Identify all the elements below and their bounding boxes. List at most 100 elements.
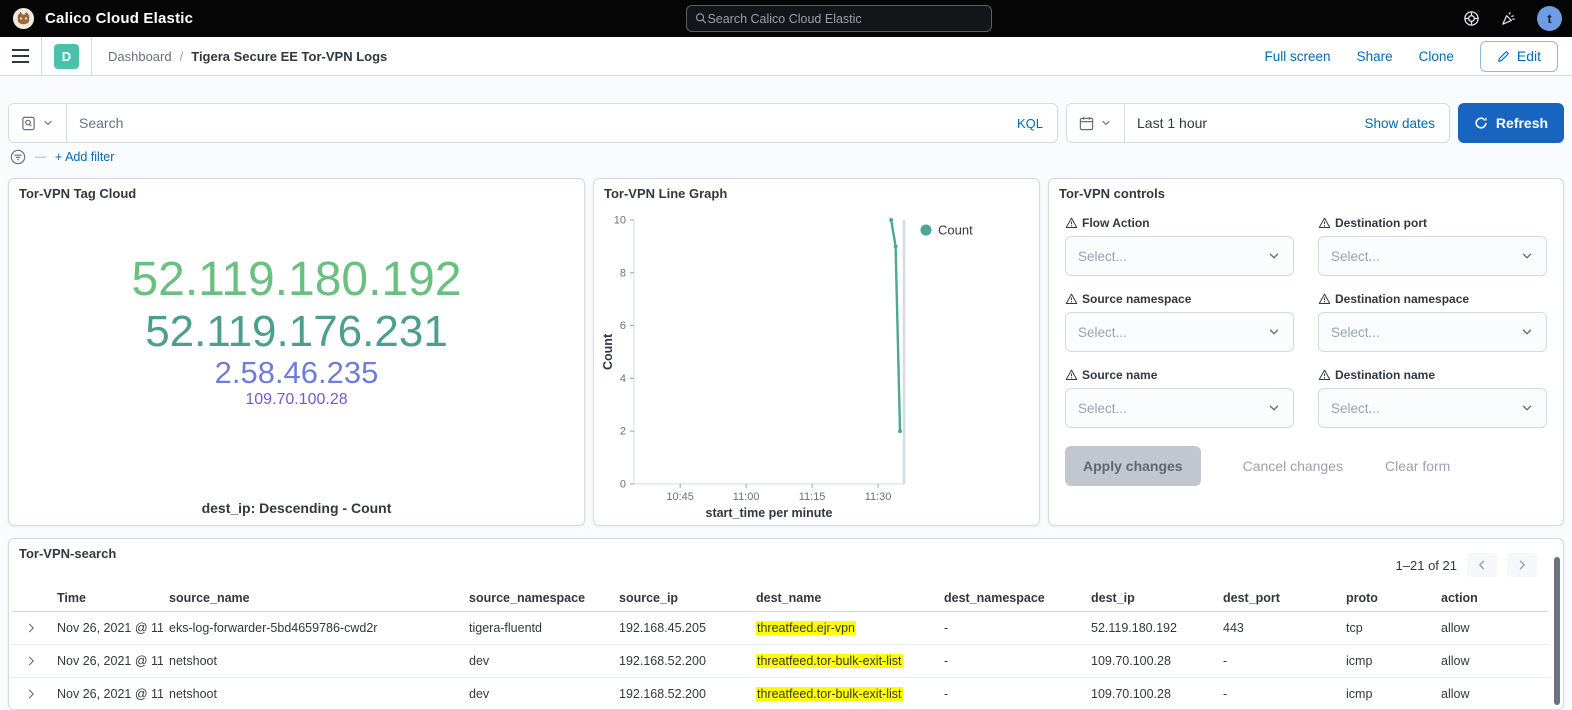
control-field: Source name Select... [1065, 368, 1294, 428]
dashboard-navbar: D Dashboard / Tigera Secure EE Tor-VPN L… [0, 37, 1572, 76]
tag-cloud-tag[interactable]: 2.58.46.235 [9, 356, 584, 391]
global-search[interactable] [686, 5, 992, 32]
column-header: proto [1340, 584, 1435, 612]
pencil-icon [1497, 50, 1510, 63]
table-cell: Nov 26, 2021 @ 11:34:54.000 [51, 678, 163, 710]
breadcrumb-dashboard[interactable]: Dashboard [108, 49, 172, 64]
table-cell: tcp [1340, 612, 1435, 645]
chevron-down-icon [42, 117, 54, 129]
table-cell: 52.119.180.192 [1085, 612, 1217, 645]
kql-button[interactable]: KQL [1003, 116, 1057, 131]
user-avatar[interactable]: t [1537, 6, 1562, 31]
legend-swatch [921, 225, 932, 236]
warning-icon [1318, 217, 1331, 229]
expand-row-button[interactable] [11, 645, 51, 678]
table-cell: - [1217, 645, 1340, 678]
table-cell: Nov 26, 2021 @ 11:35:04.000 [51, 612, 163, 645]
line-chart: 024681010:4511:0011:1511:30Countstart_ti… [602, 205, 1031, 521]
control-select[interactable]: Select... [1065, 236, 1294, 276]
apply-changes-button[interactable]: Apply changes [1065, 446, 1201, 486]
search-results-table: Timesource_namesource_namespacesource_ip… [11, 584, 1549, 710]
table-scrollbar[interactable] [1554, 557, 1560, 705]
highlighted-value: threatfeed.tor-bulk-exit-list [756, 654, 903, 668]
panel-tag-cloud: Tor-VPN Tag Cloud 52.119.180.19252.119.1… [8, 178, 585, 526]
filter-icon[interactable] [10, 149, 26, 165]
panel-title: Tor-VPN controls [1049, 179, 1563, 208]
svg-text:6: 6 [620, 320, 626, 332]
svg-text:11:30: 11:30 [865, 491, 892, 503]
refresh-button[interactable]: Refresh [1458, 103, 1564, 143]
table-cell: - [1217, 678, 1340, 710]
clear-form-button[interactable]: Clear form [1385, 458, 1450, 474]
svg-text:11:15: 11:15 [799, 491, 826, 503]
svg-text:11:00: 11:00 [733, 491, 760, 503]
share-button[interactable]: Share [1357, 49, 1393, 64]
tag-cloud-footer: dest_ip: Descending - Count [9, 500, 584, 516]
warning-icon [1065, 217, 1078, 229]
dashboard-badge[interactable]: D [54, 44, 79, 69]
search-input[interactable] [67, 115, 1003, 131]
control-select[interactable]: Select... [1318, 312, 1547, 352]
cancel-changes-button[interactable]: Cancel changes [1243, 458, 1343, 474]
panel-controls: Tor-VPN controls Flow ActionSelect... Des… [1048, 178, 1564, 526]
control-label: Destination name [1318, 368, 1547, 382]
help-button[interactable] [1463, 10, 1480, 27]
table-cell: dev [463, 645, 613, 678]
control-field: Flow ActionSelect... [1065, 216, 1294, 276]
line-chart-svg: 024681010:4511:0011:1511:30Countstart_ti… [602, 205, 1031, 521]
table-cell: 109.70.100.28 [1085, 645, 1217, 678]
legend-item-count[interactable]: Count [921, 223, 974, 238]
control-label: Source namespace [1065, 292, 1294, 306]
pagination-next-button[interactable] [1507, 553, 1537, 577]
svg-text:10: 10 [614, 215, 626, 227]
control-label: Destination namespace [1318, 292, 1547, 306]
column-header: dest_namespace [938, 584, 1085, 612]
tag-cloud-tag[interactable]: 52.119.180.192 [9, 253, 584, 307]
global-search-input[interactable] [707, 12, 983, 26]
panel-title: Tor-VPN Tag Cloud [9, 179, 584, 208]
count-line-series [891, 220, 900, 431]
control-select[interactable]: Select... [1065, 388, 1294, 428]
column-header: Time [51, 584, 163, 612]
table-cell: - [938, 645, 1085, 678]
chevron-left-icon [1476, 559, 1488, 571]
search-icon [695, 12, 707, 25]
expand-row-icon [25, 655, 37, 667]
time-range-value[interactable]: Last 1 hour [1125, 115, 1350, 131]
column-header: source_name [163, 584, 463, 612]
expander-column-header [11, 584, 51, 612]
column-header: dest_name [750, 584, 938, 612]
add-filter-button[interactable]: + Add filter [55, 150, 114, 164]
breadcrumb-separator: / [180, 49, 184, 64]
date-quick-select-button[interactable] [1067, 104, 1125, 142]
expand-row-button[interactable] [11, 678, 51, 710]
expand-row-button[interactable] [11, 612, 51, 645]
table-cell: netshoot [163, 645, 463, 678]
show-dates-button[interactable]: Show dates [1350, 116, 1449, 131]
control-field: Source namespace Select... [1065, 292, 1294, 352]
full-screen-button[interactable]: Full screen [1265, 49, 1331, 64]
control-field: Destination port Select... [1318, 216, 1547, 276]
pagination-prev-button[interactable] [1467, 553, 1497, 577]
saved-query-button[interactable] [9, 104, 67, 142]
control-label: Source name [1065, 368, 1294, 382]
tag-cloud-tag[interactable]: 109.70.100.28 [9, 391, 584, 409]
control-select[interactable]: Select... [1065, 312, 1294, 352]
newsfeed-button[interactable] [1500, 10, 1517, 27]
table-cell: allow [1435, 678, 1549, 710]
menu-button[interactable] [0, 37, 42, 75]
clone-button[interactable]: Clone [1419, 49, 1454, 64]
breadcrumb: Dashboard / Tigera Secure EE Tor-VPN Log… [92, 49, 403, 64]
chevron-right-icon [1516, 559, 1528, 571]
table-cell: icmp [1340, 678, 1435, 710]
chevron-down-icon [1520, 325, 1534, 339]
control-select[interactable]: Select... [1318, 236, 1547, 276]
column-header: action [1435, 584, 1549, 612]
edit-button[interactable]: Edit [1480, 41, 1558, 72]
tag-cloud-tag[interactable]: 52.119.176.231 [9, 307, 584, 356]
control-select[interactable]: Select... [1318, 388, 1547, 428]
table-cell: - [938, 612, 1085, 645]
calico-logo-icon[interactable] [12, 7, 35, 30]
control-label: Destination port [1318, 216, 1547, 230]
svg-text:4: 4 [620, 373, 626, 385]
